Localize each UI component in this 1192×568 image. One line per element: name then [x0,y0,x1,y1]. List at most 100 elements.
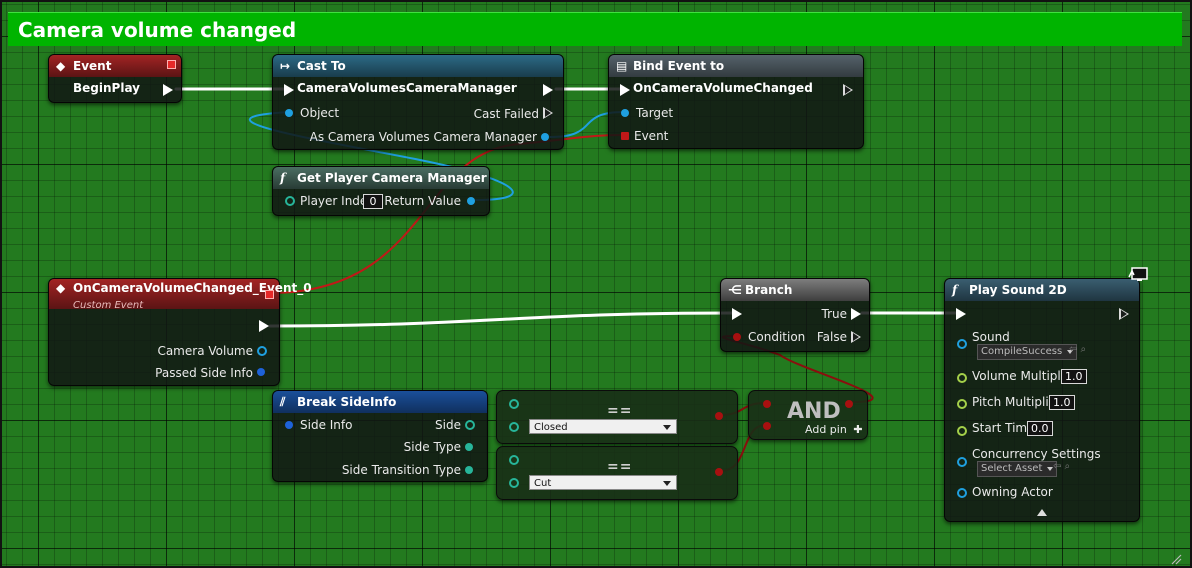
bind-event-node[interactable]: ▤ Bind Event to OnCameraVolumeChanged Ta… [608,54,864,149]
condition-label: Condition [748,330,806,344]
play-sound-2d-node[interactable]: f Play Sound 2D Sound CompileSuccess ⇦ ⌕… [944,278,1140,522]
comment-title[interactable]: Camera volume changed [8,12,1182,46]
exec-out-pin[interactable] [259,320,269,332]
sound-asset-value: CompileSuccess [981,346,1063,357]
object-label: Object [300,106,340,120]
false-exec-pin[interactable] [851,331,861,343]
pitch-multiplier-pin[interactable] [957,399,967,409]
delegate-output-pin[interactable] [167,60,176,69]
add-pin-button[interactable]: Add pin ✚ [805,423,863,437]
node-title: Bind Event to OnCameraVolumeChanged [633,59,813,95]
chevron-down-icon [663,425,671,430]
and-input-a-pin[interactable] [763,400,771,408]
break-sideinfo-node[interactable]: ⫽ Break SideInfo Side Info Side Side Typ… [272,390,488,482]
function-f-icon: f [952,283,958,297]
plus-icon: ✚ [853,423,863,436]
node-title: Get Player Camera Manager [297,171,487,185]
equal-a-input-pin[interactable] [509,455,519,465]
browse-asset-icon[interactable]: ⇦ ⌕ [1069,344,1086,355]
sound-input-pin[interactable] [957,339,967,349]
concurrency-asset-value: Select Asset [981,463,1043,474]
node-title: Cast To CameraVolumesCameraManager [297,59,517,95]
condition-input-pin[interactable] [733,333,741,341]
camera-volume-pin[interactable] [257,346,267,356]
equal-a-input-pin[interactable] [509,399,519,409]
and-boolean-node[interactable]: AND Add pin ✚ [748,390,868,440]
equal-b-input-pin[interactable] [509,478,519,488]
pitch-multiplier-label: Pitch Multiplier [972,395,1061,409]
node-header: ↦ Cast To CameraVolumesCameraManager [273,55,563,95]
return-value-pin[interactable] [467,197,475,205]
cast-failed-pin[interactable] [543,107,553,119]
add-pin-label: Add pin [805,423,847,436]
exec-out-pin[interactable] [1119,308,1129,320]
client-monitor-icon [1128,267,1148,283]
volume-multiplier-pin[interactable] [957,373,967,383]
browse-asset-icon[interactable]: ⇦ ⌕ [1053,461,1070,472]
concurrency-asset-picker[interactable]: Select Asset [977,461,1058,477]
passed-side-info-pin[interactable] [257,368,265,376]
equal-result-pin[interactable] [715,412,723,420]
event-input-pin[interactable] [621,132,629,140]
exec-out-pin[interactable] [543,84,553,96]
custom-event-node[interactable]: ◆ OnCameraVolumeChanged_Event_0 Custom E… [48,278,312,386]
cast-node[interactable]: ↦ Cast To CameraVolumesCameraManager Obj… [272,54,564,150]
function-f-icon: f [280,171,286,185]
true-exec-pin[interactable] [851,308,861,320]
collapse-advanced-icon[interactable] [1037,509,1047,516]
equal-value-select[interactable]: Cut [529,475,677,490]
and-operator: AND [787,399,841,424]
side-info-input-pin[interactable] [285,421,293,429]
event-beginplay-node[interactable]: ◆ Event BeginPlay [48,54,182,103]
comment-resize-grip[interactable] [1170,550,1182,565]
concurrency-settings-pin[interactable] [957,457,967,467]
event-diamond-icon: ◆ [56,281,66,295]
side-transition-type-label: Side Transition Type [341,463,461,477]
side-type-label: Side Type [403,440,461,454]
target-label: Target [636,106,674,120]
equal-operator: == [607,459,633,475]
start-time-input[interactable]: 0.0 [1027,421,1053,436]
side-type-output-pin[interactable] [465,443,473,451]
as-camera-manager-pin[interactable] [541,133,549,141]
node-title: Branch [745,283,793,297]
owning-actor-pin[interactable] [957,488,967,498]
equal-value-text: Closed [534,422,568,433]
equal-enum-node-2[interactable]: == Cut [496,446,738,500]
start-time-pin[interactable] [957,426,967,436]
and-input-b-pin[interactable] [763,422,771,430]
branch-icon: ⋲ [728,283,742,297]
get-player-camera-manager-node[interactable]: f Get Player Camera Manager Player Index… [272,166,490,216]
true-label: True [821,307,848,321]
exec-in-pin[interactable] [284,84,294,96]
equal-b-input-pin[interactable] [509,422,519,432]
equal-enum-node-1[interactable]: == Closed [496,390,738,444]
node-title: Event BeginPlay [73,59,140,95]
and-output-pin[interactable] [845,400,853,408]
side-label: Side [435,418,461,432]
object-input-pin[interactable] [285,109,293,117]
delegate-output-pin[interactable] [265,290,274,299]
exec-out-pin[interactable] [843,84,853,96]
side-transition-type-output-pin[interactable] [465,466,473,474]
equal-operator: == [607,403,633,419]
sound-asset-picker[interactable]: CompileSuccess [977,344,1078,360]
cast-arrow-icon: ↦ [280,59,291,73]
event-diamond-icon: ◆ [56,59,66,73]
player-index-input[interactable]: 0 [363,194,383,209]
equal-value-select[interactable]: Closed [529,419,677,434]
exec-in-pin[interactable] [620,84,630,96]
pitch-multiplier-input[interactable]: 1.0 [1049,395,1075,410]
exec-out-pin[interactable] [163,84,173,96]
equal-result-pin[interactable] [715,468,723,476]
branch-node[interactable]: ⋲ Branch True Condition False [720,278,870,352]
volume-multiplier-input[interactable]: 1.0 [1061,369,1087,384]
client-monitor-svg [1128,267,1148,281]
side-output-pin[interactable] [465,420,475,430]
graph-canvas[interactable]: Camera volume changed ◆ Event BeginPlay … [0,0,1192,568]
target-input-pin[interactable] [621,109,629,117]
exec-in-pin[interactable] [732,308,742,320]
exec-in-pin[interactable] [956,308,966,320]
player-index-pin[interactable] [285,196,295,206]
node-header: f Play Sound 2D [945,279,1139,301]
